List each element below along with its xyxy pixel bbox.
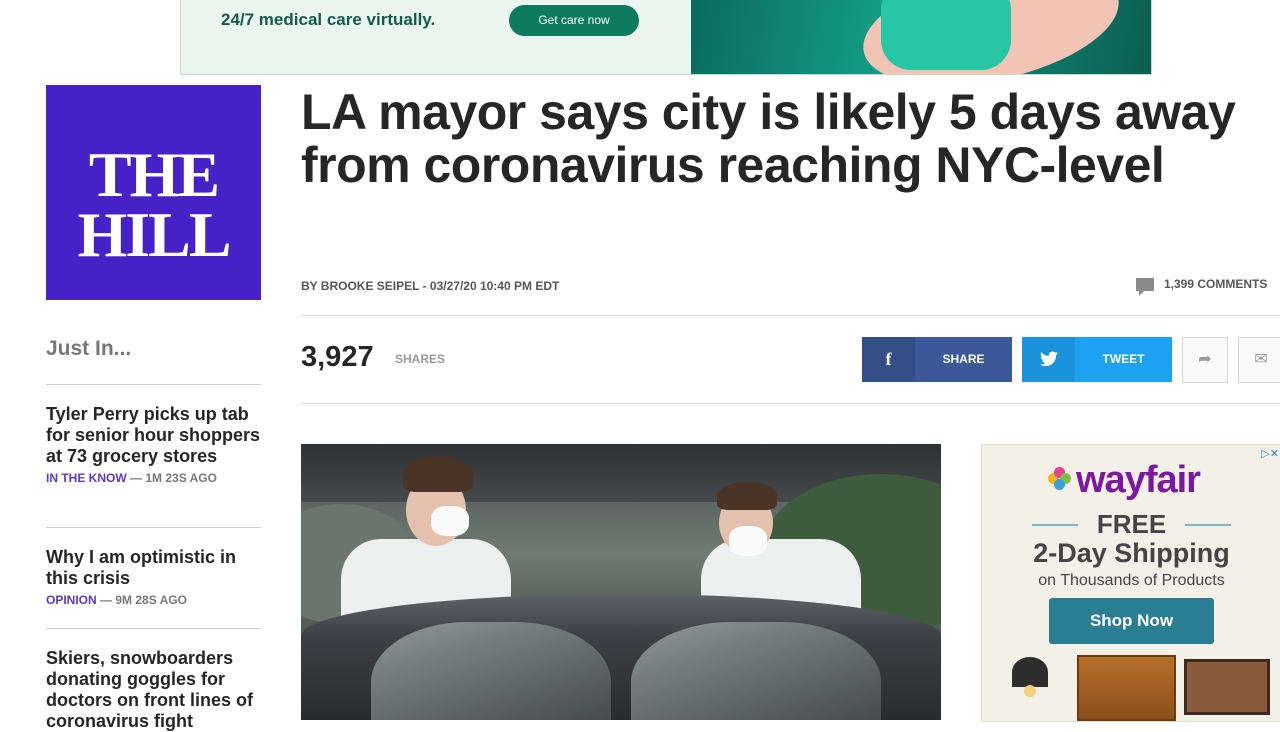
ad-text: 24/7 medical care virtually. — [221, 10, 436, 29]
cabinet-image — [1077, 655, 1176, 721]
comments-count: 1,399 COMMENTS — [1164, 277, 1268, 291]
wayfair-pinwheel-icon — [1048, 467, 1072, 491]
sidebar-story-title[interactable]: Tyler Perry picks up tab for senior hour… — [46, 404, 261, 467]
shares-label: SHARES — [395, 352, 446, 366]
logo-line-1: THE — [88, 139, 220, 210]
divider — [46, 527, 261, 528]
sidebar-story-meta: OPINION — 9M 28S AGO — [46, 593, 261, 607]
ad-products-text: on Thousands of Products — [1038, 572, 1225, 589]
comments-link[interactable]: 1,399 COMMENTS — [1136, 277, 1268, 297]
logo-line-2: HILL — [77, 199, 231, 270]
article-photo — [301, 444, 941, 720]
list-item[interactable]: Skiers, snowboarders donating goggles fo… — [46, 648, 261, 732]
ad-free-text: FREE — [1096, 509, 1167, 539]
worker-1-hair — [403, 456, 473, 492]
divider — [301, 403, 1280, 404]
ad-shipping-text: 2-Day Shipping — [1033, 538, 1230, 568]
facebook-share-label: SHARE — [942, 352, 985, 366]
cart-image — [1184, 659, 1270, 715]
share-count: 3,927 — [301, 341, 374, 373]
get-care-button[interactable]: Get care now — [509, 5, 639, 36]
lamp-bulb-image — [1024, 685, 1036, 697]
lamp-image — [1012, 657, 1048, 687]
facebook-icon: f — [862, 337, 915, 382]
ad-choices-icon[interactable]: ▷✕ — [1261, 447, 1279, 460]
article-byline: BY BROOKE SEIPEL - 03/27/20 10:40 PM EDT — [301, 279, 560, 293]
worker-1-mask — [431, 506, 469, 536]
facebook-share-button[interactable]: f SHARE — [862, 337, 1012, 382]
divider — [46, 628, 261, 629]
list-item[interactable]: Why I am optimistic in this crisis OPINI… — [46, 547, 261, 607]
twitter-tweet-label: TWEET — [1102, 352, 1145, 366]
car-window — [371, 622, 611, 720]
sidebar-story-title[interactable]: Why I am optimistic in this crisis — [46, 547, 261, 589]
wayfair-ad[interactable]: ▷✕ wayfair FREE 2-Day Shipping on Thousa… — [981, 444, 1280, 722]
worker-2-hair — [717, 482, 777, 510]
worker-2-mask — [729, 526, 767, 556]
sidebar-story-title[interactable]: Skiers, snowboarders donating goggles fo… — [46, 648, 261, 732]
email-share-button[interactable]: ✉ — [1238, 337, 1280, 383]
sidebar-story-category[interactable]: OPINION — [46, 593, 97, 607]
article-headline: LA mayor says city is likely 5 days away… — [301, 84, 1236, 193]
the-hill-logo[interactable]: THE HILL — [46, 85, 261, 300]
sidebar-story-time: — 9M 28S AGO — [100, 593, 187, 607]
share-more-button[interactable]: ➦ — [1182, 337, 1228, 383]
divider — [301, 315, 1280, 316]
sidebar-story-meta: IN THE KNOW — 1M 23S AGO — [46, 471, 261, 485]
shop-now-button[interactable]: Shop Now — [1049, 598, 1214, 644]
wayfair-logo: wayfair — [1076, 459, 1201, 501]
list-item[interactable]: Tyler Perry picks up tab for senior hour… — [46, 404, 261, 485]
share-arrow-icon: ➦ — [1198, 351, 1212, 368]
twitter-icon — [1022, 337, 1075, 382]
mail-icon: ✉ — [1254, 351, 1268, 368]
twitter-tweet-button[interactable]: TWEET — [1022, 337, 1172, 382]
comment-icon — [1136, 278, 1154, 297]
sidebar-story-category[interactable]: IN THE KNOW — [46, 471, 127, 485]
car-window — [631, 622, 881, 720]
top-banner-ad[interactable]: 24/7 medical care virtually. Get care no… — [180, 0, 1152, 75]
sidebar-story-time: — 1M 23S AGO — [130, 471, 217, 485]
just-in-heading: Just In... — [46, 337, 132, 360]
ad-phone-image — [881, 0, 1011, 70]
divider — [46, 384, 261, 385]
